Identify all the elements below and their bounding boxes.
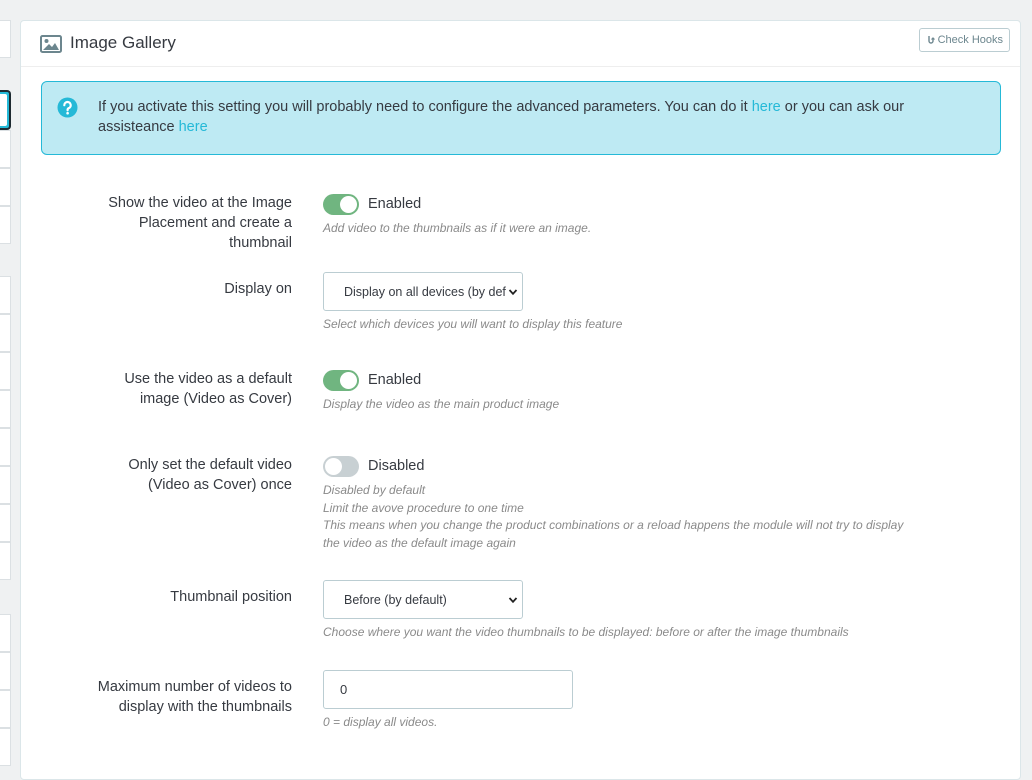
sidebar-edge <box>0 0 11 766</box>
check-hooks-button[interactable]: Check Hooks <box>918 28 1010 52</box>
cover-once-help-line3: This means when you change the product c… <box>323 518 904 550</box>
sidebar-item[interactable] <box>0 504 11 542</box>
info-alert: If you activate this setting you will pr… <box>41 81 1001 155</box>
panel-heading: Image Gallery Check Hooks <box>21 21 1020 67</box>
display-on-help: Select which devices you will want to di… <box>323 317 623 331</box>
video-as-cover-state: Enabled <box>368 372 422 388</box>
sidebar-item[interactable] <box>0 466 11 504</box>
chevron-down-icon <box>508 289 518 296</box>
cover-once-help-line2: Limit the avove procedure to one time <box>323 500 524 515</box>
configure-here-link[interactable]: here <box>752 99 781 115</box>
sidebar-item-active[interactable] <box>0 90 11 130</box>
display-on-label: Display on <box>224 281 292 297</box>
thumb-position-help: Choose where you want the video thumbnai… <box>323 625 849 639</box>
thumb-position-select[interactable]: Before (by default) <box>323 580 523 619</box>
cover-once-toggle[interactable] <box>323 456 359 477</box>
question-circle-icon <box>57 97 78 118</box>
assistance-here-link[interactable]: here <box>179 119 208 135</box>
alert-text-before: If you activate this setting you will pr… <box>98 99 752 115</box>
video-as-cover-help: Display the video as the main product im… <box>323 397 560 411</box>
check-hooks-label: Check Hooks <box>937 34 1003 46</box>
sidebar-item[interactable] <box>0 390 11 428</box>
sidebar-item[interactable] <box>0 352 11 390</box>
panel-title: Image Gallery <box>70 33 176 52</box>
sidebar-item[interactable] <box>0 168 11 206</box>
cover-once-help-line1: Disabled by default <box>323 483 426 497</box>
cover-once-state: Disabled <box>368 458 425 474</box>
max-videos-help: 0 = display all videos. <box>323 715 438 729</box>
toggle-knob <box>340 196 357 213</box>
video-as-cover-label: Use the video as a default image (Video … <box>124 371 292 407</box>
max-videos-input[interactable] <box>323 670 573 709</box>
cover-once-help: Disabled by default Limit the avove proc… <box>323 482 923 552</box>
max-videos-label: Maximum number of videos to display with… <box>97 679 292 715</box>
sidebar-item[interactable] <box>0 614 11 652</box>
sidebar-item[interactable] <box>0 690 11 728</box>
sidebar-item[interactable] <box>0 428 11 466</box>
sidebar-item[interactable] <box>0 206 11 244</box>
thumb-position-label: Thumbnail position <box>170 589 292 605</box>
alert-message: If you activate this setting you will pr… <box>98 97 978 137</box>
image-icon <box>40 35 62 53</box>
sidebar-item[interactable] <box>0 276 11 314</box>
show-video-state: Enabled <box>368 196 422 212</box>
thumb-position-value: Before (by default) <box>344 592 447 607</box>
video-as-cover-toggle[interactable] <box>323 370 359 391</box>
show-video-label: Show the video at the Image Placement an… <box>108 195 292 251</box>
sidebar-item[interactable] <box>0 728 11 766</box>
show-video-help: Add video to the thumbnails as if it wer… <box>323 221 592 235</box>
cover-once-label: Only set the default video (Video as Cov… <box>128 457 292 493</box>
sidebar-item[interactable] <box>0 20 11 58</box>
chevron-down-icon <box>508 597 518 604</box>
hook-icon <box>927 36 935 44</box>
toggle-knob <box>325 458 342 475</box>
sidebar-item[interactable] <box>0 314 11 352</box>
image-gallery-panel: Image Gallery Check Hooks If you activat… <box>20 20 1021 780</box>
display-on-value: Display on all devices (by default) <box>344 284 506 299</box>
sidebar-item[interactable] <box>0 652 11 690</box>
sidebar-item[interactable] <box>0 130 11 168</box>
show-video-toggle[interactable] <box>323 194 359 215</box>
toggle-knob <box>340 372 357 389</box>
sidebar-item[interactable] <box>0 542 11 580</box>
display-on-select[interactable]: Display on all devices (by default) <box>323 272 523 311</box>
